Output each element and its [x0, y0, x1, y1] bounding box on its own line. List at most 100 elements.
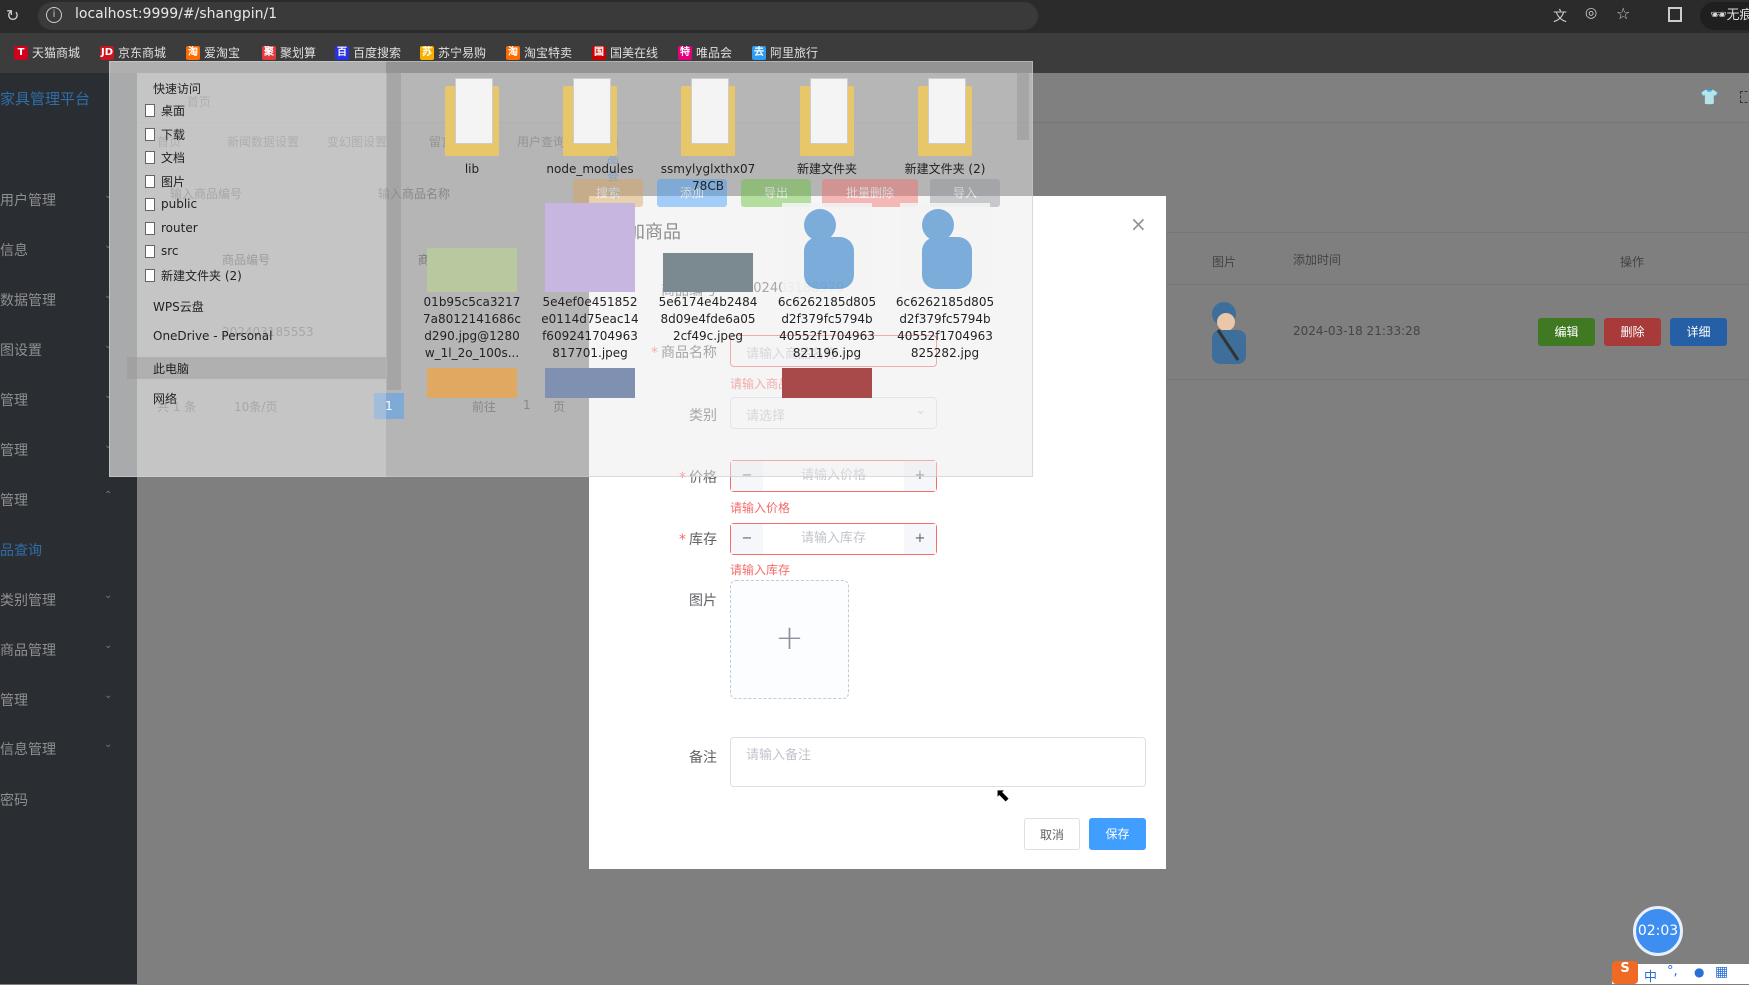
sidebar-item[interactable]: 管理⌄ — [0, 690, 137, 710]
tshirt-icon[interactable]: 👕 — [1700, 88, 1719, 106]
folder-icon[interactable] — [555, 78, 625, 156]
nav-item[interactable]: 快速访问 — [153, 80, 201, 97]
image-thumbnail[interactable] — [427, 368, 517, 398]
nav-item[interactable]: src — [145, 244, 179, 258]
file-name[interactable]: 7a8012141686c — [416, 311, 528, 328]
nav-item[interactable]: router — [145, 221, 198, 235]
folder-name[interactable]: 新建文件夹 — [771, 161, 883, 178]
nav-item[interactable]: 图片 — [145, 173, 185, 190]
info-icon[interactable]: i — [46, 7, 62, 23]
microphone-icon[interactable]: ● — [1694, 965, 1704, 979]
file-name[interactable]: 817701.jpeg — [534, 345, 646, 362]
sogou-logo-icon[interactable]: S — [1612, 961, 1638, 984]
bookmark-2[interactable]: 淘爱淘宝 — [186, 44, 240, 61]
ime-lang[interactable]: 中 — [1644, 966, 1657, 985]
image-thumbnail[interactable] — [663, 253, 753, 292]
sidebar-item[interactable]: 商品管理 ⌄ — [0, 640, 137, 660]
nav-item[interactable]: WPS云盘 — [153, 298, 204, 315]
remark-textarea[interactable]: 请输入备注 — [730, 737, 1146, 787]
edit-button[interactable]: 编辑 — [1538, 318, 1595, 346]
file-name[interactable]: 825282.jpg — [889, 345, 1001, 362]
sidebar-item[interactable]: 品查询 — [0, 540, 137, 560]
delete-button[interactable]: 删除 — [1604, 318, 1661, 346]
close-icon[interactable]: × — [1130, 212, 1147, 236]
folder-icon[interactable] — [792, 78, 862, 156]
goto-input[interactable]: 1 — [523, 398, 531, 412]
file-name[interactable]: 6c6262185d805 — [889, 294, 1001, 311]
th-time[interactable]: 添加时间 — [1293, 251, 1341, 268]
url-text[interactable]: localhost:9999/#/shangpin/1 — [75, 6, 277, 22]
bookmark-9[interactable]: 去阿里旅行 — [752, 44, 818, 61]
eye-off-icon[interactable]: ◎ — [1585, 5, 1597, 21]
file-name[interactable]: 5e6174e4b2484 — [652, 294, 764, 311]
image-thumbnail[interactable] — [663, 368, 753, 398]
folder-name[interactable]: 新建文件夹 (2) — [889, 161, 1001, 178]
file-name[interactable]: 5e4ef0e451852 — [534, 294, 646, 311]
image-thumbnail[interactable] — [782, 368, 872, 398]
file-name[interactable]: d290.jpg@1280 — [416, 328, 528, 345]
folder-name[interactable]: lib — [416, 161, 528, 178]
keyboard-icon[interactable]: ▦ — [1715, 964, 1728, 980]
plus-icon[interactable]: + — [904, 524, 936, 554]
file-name[interactable]: 821196.jpg — [771, 345, 883, 362]
folder-icon[interactable] — [673, 78, 743, 156]
bookmark-7[interactable]: 国国美在线 — [592, 44, 658, 61]
sidebar-item[interactable]: 密码 — [0, 790, 137, 810]
image-thumbnail[interactable] — [427, 248, 517, 292]
file-name[interactable]: f609241704963 — [534, 328, 646, 345]
sidebar-item[interactable]: 类别管理 ⌄ — [0, 590, 137, 610]
folder-icon[interactable] — [437, 78, 507, 156]
nav-item[interactable]: 文档 — [145, 149, 185, 166]
sidebar-item[interactable]: 信息管理 ⌄ — [0, 739, 137, 759]
detail-button[interactable]: 详细 — [1670, 318, 1727, 346]
file-name[interactable]: 6c6262185d805 — [771, 294, 883, 311]
star-icon[interactable]: ☆ — [1616, 4, 1630, 23]
fullscreen-icon[interactable] — [1740, 91, 1749, 103]
image-thumbnail[interactable] — [900, 368, 990, 398]
incognito-badge[interactable]: 🕶无痕 — [1700, 2, 1749, 30]
bookmark-8[interactable]: 特唯品会 — [678, 44, 732, 61]
bookmark-3[interactable]: 聚聚划算 — [262, 44, 316, 61]
stock-stepper[interactable]: − 请输入库存 + — [730, 523, 937, 555]
sidepanel-icon[interactable] — [1668, 7, 1682, 22]
nav-item[interactable]: 新建文件夹 (2) — [145, 267, 242, 284]
reload-icon[interactable]: ↻ — [6, 6, 19, 25]
folder-icon[interactable] — [910, 78, 980, 156]
translate-icon[interactable]: ⽂ — [1553, 6, 1567, 26]
file-name[interactable]: d2f379fc5794b — [771, 311, 883, 328]
nav-scrollbar[interactable] — [387, 70, 401, 390]
bookmark-0[interactable]: T 天猫商城 — [14, 44, 80, 61]
cancel-button[interactable]: 取消 — [1024, 818, 1080, 850]
nav-item[interactable]: 桌面 — [145, 102, 185, 119]
timer-widget[interactable]: 02:03 — [1633, 906, 1683, 956]
file-name[interactable]: w_1l_2o_100s... — [416, 345, 528, 362]
nav-item[interactable]: 下载 — [145, 126, 185, 143]
file-name[interactable]: 8d09e4fde6a05 — [652, 311, 764, 328]
nav-item[interactable]: 此电脑 — [153, 360, 189, 377]
minus-icon[interactable]: − — [731, 524, 763, 554]
bookmark-5[interactable]: 苏苏宁易购 — [420, 44, 486, 61]
image-thumbnail[interactable] — [782, 203, 872, 292]
files-scrollbar[interactable] — [1017, 70, 1029, 140]
file-name[interactable]: e0114d75eac14 — [534, 311, 646, 328]
folder-name[interactable]: node_modules — [534, 161, 646, 178]
sidebar-item[interactable]: 管理 ⌃ — [0, 490, 137, 510]
nav-item[interactable]: public — [145, 197, 197, 211]
bookmark-1[interactable]: JD 京东商城 — [100, 44, 166, 61]
file-name[interactable]: 40552f1704963 — [889, 328, 1001, 345]
folder-name[interactable]: ssmylyglxthx07 — [652, 161, 764, 178]
save-button[interactable]: 保存 — [1089, 818, 1146, 850]
image-upload[interactable]: + — [730, 580, 849, 699]
nav-item[interactable]: OneDrive - Personal — [153, 329, 272, 343]
image-thumbnail[interactable] — [545, 368, 635, 398]
file-name[interactable]: 01b95c5ca3217 — [416, 294, 528, 311]
file-name[interactable]: 2cf49c.jpeg — [652, 328, 764, 345]
image-thumbnail[interactable] — [545, 203, 635, 292]
file-name[interactable]: 40552f1704963 — [771, 328, 883, 345]
nav-item[interactable]: 网络 — [153, 390, 177, 407]
image-thumbnail[interactable] — [900, 203, 990, 292]
file-name[interactable]: d2f379fc5794b — [889, 311, 1001, 328]
ime-punct[interactable]: °, — [1667, 964, 1678, 979]
bookmark-4[interactable]: 百百度搜索 — [335, 44, 401, 61]
bookmark-6[interactable]: 淘淘宝特卖 — [506, 44, 572, 61]
